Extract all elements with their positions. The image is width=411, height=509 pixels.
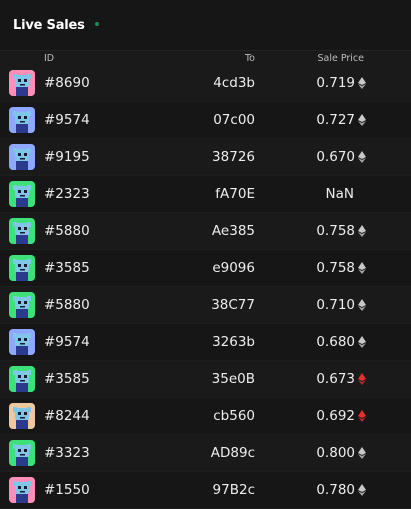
nft-avatar[interactable] (9, 366, 35, 392)
column-header-to[interactable]: To (245, 53, 255, 64)
sale-price-value: 0.680 (316, 334, 355, 350)
sale-price-value: 0.758 (316, 260, 355, 276)
column-headers: ID To Sale Price (0, 50, 411, 65)
token-id[interactable]: #8244 (44, 408, 90, 424)
sale-row[interactable]: #5880 38C77 0.710 (0, 287, 411, 324)
token-id[interactable]: #9195 (44, 149, 90, 165)
column-header-id[interactable]: ID (44, 53, 54, 64)
buyer-address[interactable]: cb560 (213, 408, 255, 424)
buyer-address[interactable]: 07c00 (213, 112, 255, 128)
buyer-address[interactable]: 38C77 (211, 297, 255, 313)
nft-avatar[interactable] (9, 477, 35, 503)
eth-icon (358, 77, 366, 89)
buyer-address[interactable]: fA70E (215, 186, 255, 202)
token-id[interactable]: #2323 (44, 186, 90, 202)
sale-price-value: 0.719 (316, 75, 355, 91)
buyer-address[interactable]: 97B2c (213, 482, 255, 498)
eth-icon (358, 299, 366, 311)
sale-price-value: 0.673 (316, 371, 355, 387)
sale-price-value: 0.780 (316, 482, 355, 498)
eth-icon (358, 151, 366, 163)
sale-price: 0.780 (316, 482, 366, 498)
nft-avatar[interactable] (9, 255, 35, 281)
sale-price: 0.800 (316, 445, 366, 461)
nft-avatar[interactable] (9, 218, 35, 244)
sale-price-value: 0.710 (316, 297, 355, 313)
buyer-address[interactable]: e9096 (212, 260, 255, 276)
sale-row[interactable]: #9574 3263b 0.680 (0, 324, 411, 361)
sale-price-value: 0.758 (316, 223, 355, 239)
nft-avatar[interactable] (9, 107, 35, 133)
nft-avatar[interactable] (9, 144, 35, 170)
nft-avatar[interactable] (9, 329, 35, 355)
nft-avatar[interactable] (9, 440, 35, 466)
token-id[interactable]: #3585 (44, 260, 90, 276)
sale-price: 0.758 (316, 260, 366, 276)
buyer-address[interactable]: Ae385 (212, 223, 255, 239)
eth-icon (358, 410, 366, 422)
token-id[interactable]: #9574 (44, 112, 90, 128)
buyer-address[interactable]: AD89c (211, 445, 255, 461)
eth-icon (358, 373, 366, 385)
buyer-address[interactable]: 38726 (212, 149, 255, 165)
sale-price: 0.680 (316, 334, 366, 350)
token-id[interactable]: #5880 (44, 297, 90, 313)
buyer-address[interactable]: 4cd3b (213, 75, 255, 91)
sale-price: 0.670 (316, 149, 366, 165)
token-id[interactable]: #1550 (44, 482, 90, 498)
panel-header: Live Sales (0, 0, 411, 50)
eth-icon (358, 336, 366, 348)
token-id[interactable]: #8690 (44, 75, 90, 91)
sales-list: #8690 4cd3b 0.719 #9574 07c00 0.727 #9195 38726… (0, 65, 411, 509)
token-id[interactable]: #5880 (44, 223, 90, 239)
nft-avatar[interactable] (9, 181, 35, 207)
sale-row[interactable]: #3585 35e0B 0.673 (0, 361, 411, 398)
eth-icon (358, 225, 366, 237)
sale-row[interactable]: #5880 Ae385 0.758 (0, 213, 411, 250)
column-header-price[interactable]: Sale Price (317, 53, 364, 64)
live-indicator-dot (94, 22, 99, 26)
sale-row[interactable]: #9574 07c00 0.727 (0, 102, 411, 139)
sale-price: 0.719 (316, 75, 366, 91)
sale-price: NaN (326, 186, 354, 202)
live-sales-panel: Live Sales ID To Sale Price #8690 4cd3b 0.… (0, 0, 411, 509)
sale-row[interactable]: #1550 97B2c 0.780 (0, 472, 411, 509)
eth-icon (358, 114, 366, 126)
buyer-address[interactable]: 35e0B (212, 371, 255, 387)
eth-icon (358, 262, 366, 274)
sale-price-value: 0.800 (316, 445, 355, 461)
nft-avatar[interactable] (9, 292, 35, 318)
sale-row[interactable]: #8244 cb560 0.692 (0, 398, 411, 435)
sale-price: 0.758 (316, 223, 366, 239)
sale-price: 0.692 (316, 408, 366, 424)
nft-avatar[interactable] (9, 70, 35, 96)
token-id[interactable]: #3323 (44, 445, 90, 461)
sale-row[interactable]: #2323 fA70E NaN (0, 176, 411, 213)
eth-icon (358, 484, 366, 496)
sale-row[interactable]: #8690 4cd3b 0.719 (0, 65, 411, 102)
sale-row[interactable]: #3585 e9096 0.758 (0, 250, 411, 287)
sale-price-value: NaN (325, 186, 354, 202)
panel-title: Live Sales (13, 17, 85, 33)
sale-price: 0.673 (316, 371, 366, 387)
token-id[interactable]: #3585 (44, 371, 90, 387)
sale-price: 0.710 (316, 297, 366, 313)
sale-price-value: 0.670 (316, 149, 355, 165)
sale-price-value: 0.727 (316, 112, 355, 128)
nft-avatar[interactable] (9, 403, 35, 429)
eth-icon (358, 447, 366, 459)
token-id[interactable]: #9574 (44, 334, 90, 350)
sale-price: 0.727 (316, 112, 366, 128)
buyer-address[interactable]: 3263b (212, 334, 255, 350)
sale-row[interactable]: #3323 AD89c 0.800 (0, 435, 411, 472)
sale-price-value: 0.692 (316, 408, 355, 424)
sale-row[interactable]: #9195 38726 0.670 (0, 139, 411, 176)
